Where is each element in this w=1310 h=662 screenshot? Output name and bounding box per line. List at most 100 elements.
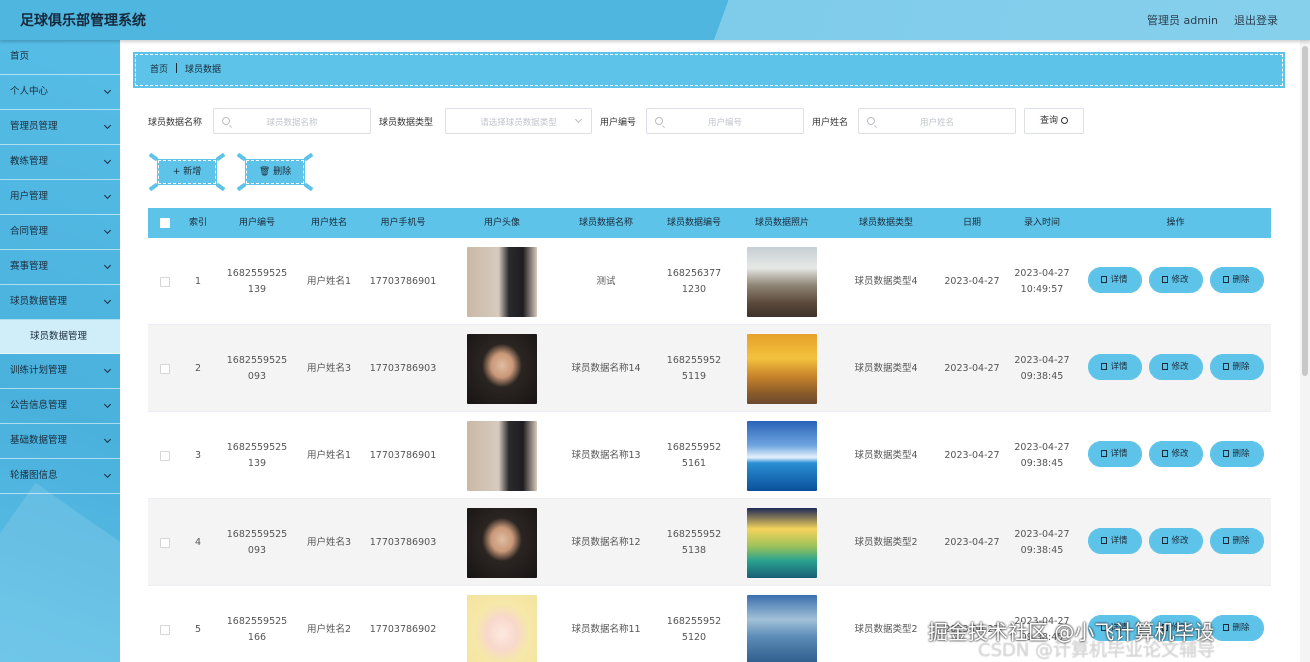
sidebar-item[interactable]: 用户管理	[0, 180, 120, 215]
entry-date: 2023-04-27	[1014, 441, 1070, 453]
search-username-input[interactable]: 用户姓名	[858, 108, 1016, 134]
table-header: 索引 用户编号 用户姓名 用户手机号 用户头像 球员数据名称 球员数据编号 球员数据照片 球员数…	[148, 208, 1271, 238]
edit-button-label: 修改	[1171, 275, 1189, 285]
breadcrumb-home[interactable]: 首页	[150, 65, 168, 75]
detail-button[interactable]: 详情	[1087, 528, 1142, 554]
row-checkbox[interactable]	[160, 624, 170, 635]
user-avatar-image	[467, 507, 537, 578]
row-checkbox[interactable]	[160, 537, 170, 548]
user-name: 用户姓名1	[306, 275, 352, 287]
decor-corner	[215, 152, 226, 162]
table-body: 1 1682559525139 用户姓名1 17703786901 测试 16825637…	[148, 238, 1271, 662]
decor-corner	[148, 152, 159, 162]
entry-time: 09:38:45	[1020, 370, 1064, 382]
sidebar-item[interactable]: 轮播图信息	[0, 459, 120, 494]
trash-icon	[1223, 276, 1230, 283]
delete-button-label: 删除	[1232, 449, 1250, 459]
bulk-delete-button[interactable]: 🗑 删除	[236, 152, 314, 192]
sidebar-item[interactable]: 训练计划管理	[0, 354, 120, 389]
column-header: 索引	[188, 218, 207, 228]
sidebar-subitem-player-data[interactable]: 球员数据管理	[0, 320, 120, 354]
delete-button[interactable]: 删除	[1209, 528, 1264, 554]
query-button-label: 查询	[1039, 116, 1058, 126]
chevron-down-icon	[103, 296, 112, 305]
row-checkbox[interactable]	[160, 450, 170, 461]
decor-corner	[236, 182, 247, 192]
add-button[interactable]: + 新增	[148, 152, 226, 192]
decor-corner	[148, 182, 159, 192]
user-number: 1682559525093	[226, 354, 288, 382]
player-data-table: 索引 用户编号 用户姓名 用户手机号 用户头像 球员数据名称 球员数据编号 球员数据照片 球员数…	[148, 208, 1271, 662]
user-number: 1682559525093	[226, 528, 288, 556]
photo-cell	[732, 325, 832, 412]
player-data-photo	[747, 333, 817, 404]
scrollbar-thumb[interactable]	[1302, 46, 1308, 376]
edit-button[interactable]: 修改	[1148, 267, 1203, 293]
sidebar-item-label: 基础数据管理	[10, 435, 68, 446]
add-button-label: 新增	[183, 167, 202, 177]
search-icon	[1061, 117, 1068, 124]
delete-button[interactable]: 删除	[1209, 441, 1264, 467]
trash-icon	[1223, 537, 1230, 544]
search-name-input[interactable]: 球员数据名称	[213, 108, 371, 134]
page-scrollbar[interactable]	[1300, 40, 1310, 662]
sidebar-item[interactable]: 球员数据管理	[0, 285, 120, 320]
column-header: 球员数据名称	[578, 218, 633, 228]
column-header: 用户编号	[238, 218, 275, 228]
chevron-down-icon	[103, 470, 112, 479]
search-type-select[interactable]: 请选择球员数据类型	[445, 108, 592, 134]
row-checkbox[interactable]	[160, 276, 170, 287]
sidebar-item[interactable]: 合同管理	[0, 215, 120, 250]
column-header: 球员数据编号	[666, 218, 721, 228]
edit-button[interactable]: 修改	[1148, 528, 1203, 554]
trash-icon: 🗑	[258, 167, 274, 177]
player-data-type: 球员数据类型2	[854, 536, 918, 548]
user-avatar-image	[467, 246, 537, 317]
edit-button[interactable]: 修改	[1148, 441, 1203, 467]
row-index: 4	[194, 536, 202, 548]
sidebar-item[interactable]: 首页	[0, 40, 120, 75]
row-index: 5	[194, 623, 202, 635]
pencil-icon	[1162, 276, 1169, 283]
entry-time-cell: 2023-04-27 09:38:45	[1004, 325, 1080, 412]
select-all-checkbox[interactable]	[160, 218, 170, 228]
document-icon	[1101, 537, 1108, 544]
detail-button[interactable]: 详情	[1087, 441, 1142, 467]
delete-button[interactable]: 删除	[1209, 615, 1264, 641]
sidebar-item[interactable]: 管理员管理	[0, 110, 120, 145]
logout-link[interactable]: 退出登录	[1234, 12, 1278, 28]
delete-button[interactable]: 删除	[1209, 354, 1264, 380]
decor-corner	[303, 182, 314, 192]
sidebar-item[interactable]: 基础数据管理	[0, 424, 120, 459]
detail-button[interactable]: 详情	[1087, 267, 1142, 293]
sidebar-item[interactable]: 教练管理	[0, 145, 120, 180]
detail-button[interactable]: 详情	[1087, 354, 1142, 380]
top-header: 足球俱乐部管理系统 管理员 admin 退出登录	[0, 0, 1310, 40]
table-row: 4 1682559525093 用户姓名3 17703786903 球员数据名称12 16…	[148, 499, 1271, 586]
search-userno-input[interactable]: 用户编号	[646, 108, 804, 134]
row-index: 1	[194, 275, 202, 287]
photo-cell	[732, 586, 832, 662]
search-userno-label: 用户编号	[600, 118, 637, 128]
decor-corner	[303, 152, 314, 162]
chevron-down-icon	[103, 435, 112, 444]
current-user: 管理员 admin	[1147, 14, 1218, 27]
query-button[interactable]: 查询	[1024, 108, 1084, 134]
sidebar-item[interactable]: 赛事管理	[0, 250, 120, 285]
delete-button[interactable]: 删除	[1209, 267, 1264, 293]
detail-button-label: 详情	[1110, 275, 1128, 285]
sidebar-item[interactable]: 公告信息管理	[0, 389, 120, 424]
entry-time-cell: 2023-04-27 09:38:45	[1004, 412, 1080, 499]
edit-button[interactable]: 修改	[1148, 354, 1203, 380]
trash-icon	[1223, 450, 1230, 457]
player-data-number: 1682559525138	[666, 528, 722, 556]
search-name-label: 球员数据名称	[148, 118, 203, 128]
row-date: 2023-04-27	[944, 362, 1000, 374]
row-checkbox[interactable]	[160, 363, 170, 374]
user-avatar-image	[467, 594, 537, 662]
sidebar-item[interactable]: 个人中心	[0, 75, 120, 110]
search-username-placeholder: 用户姓名	[919, 118, 954, 128]
column-header: 用户姓名	[310, 218, 347, 228]
player-data-type: 球员数据类型4	[854, 275, 918, 287]
row-select-cell	[148, 412, 182, 499]
